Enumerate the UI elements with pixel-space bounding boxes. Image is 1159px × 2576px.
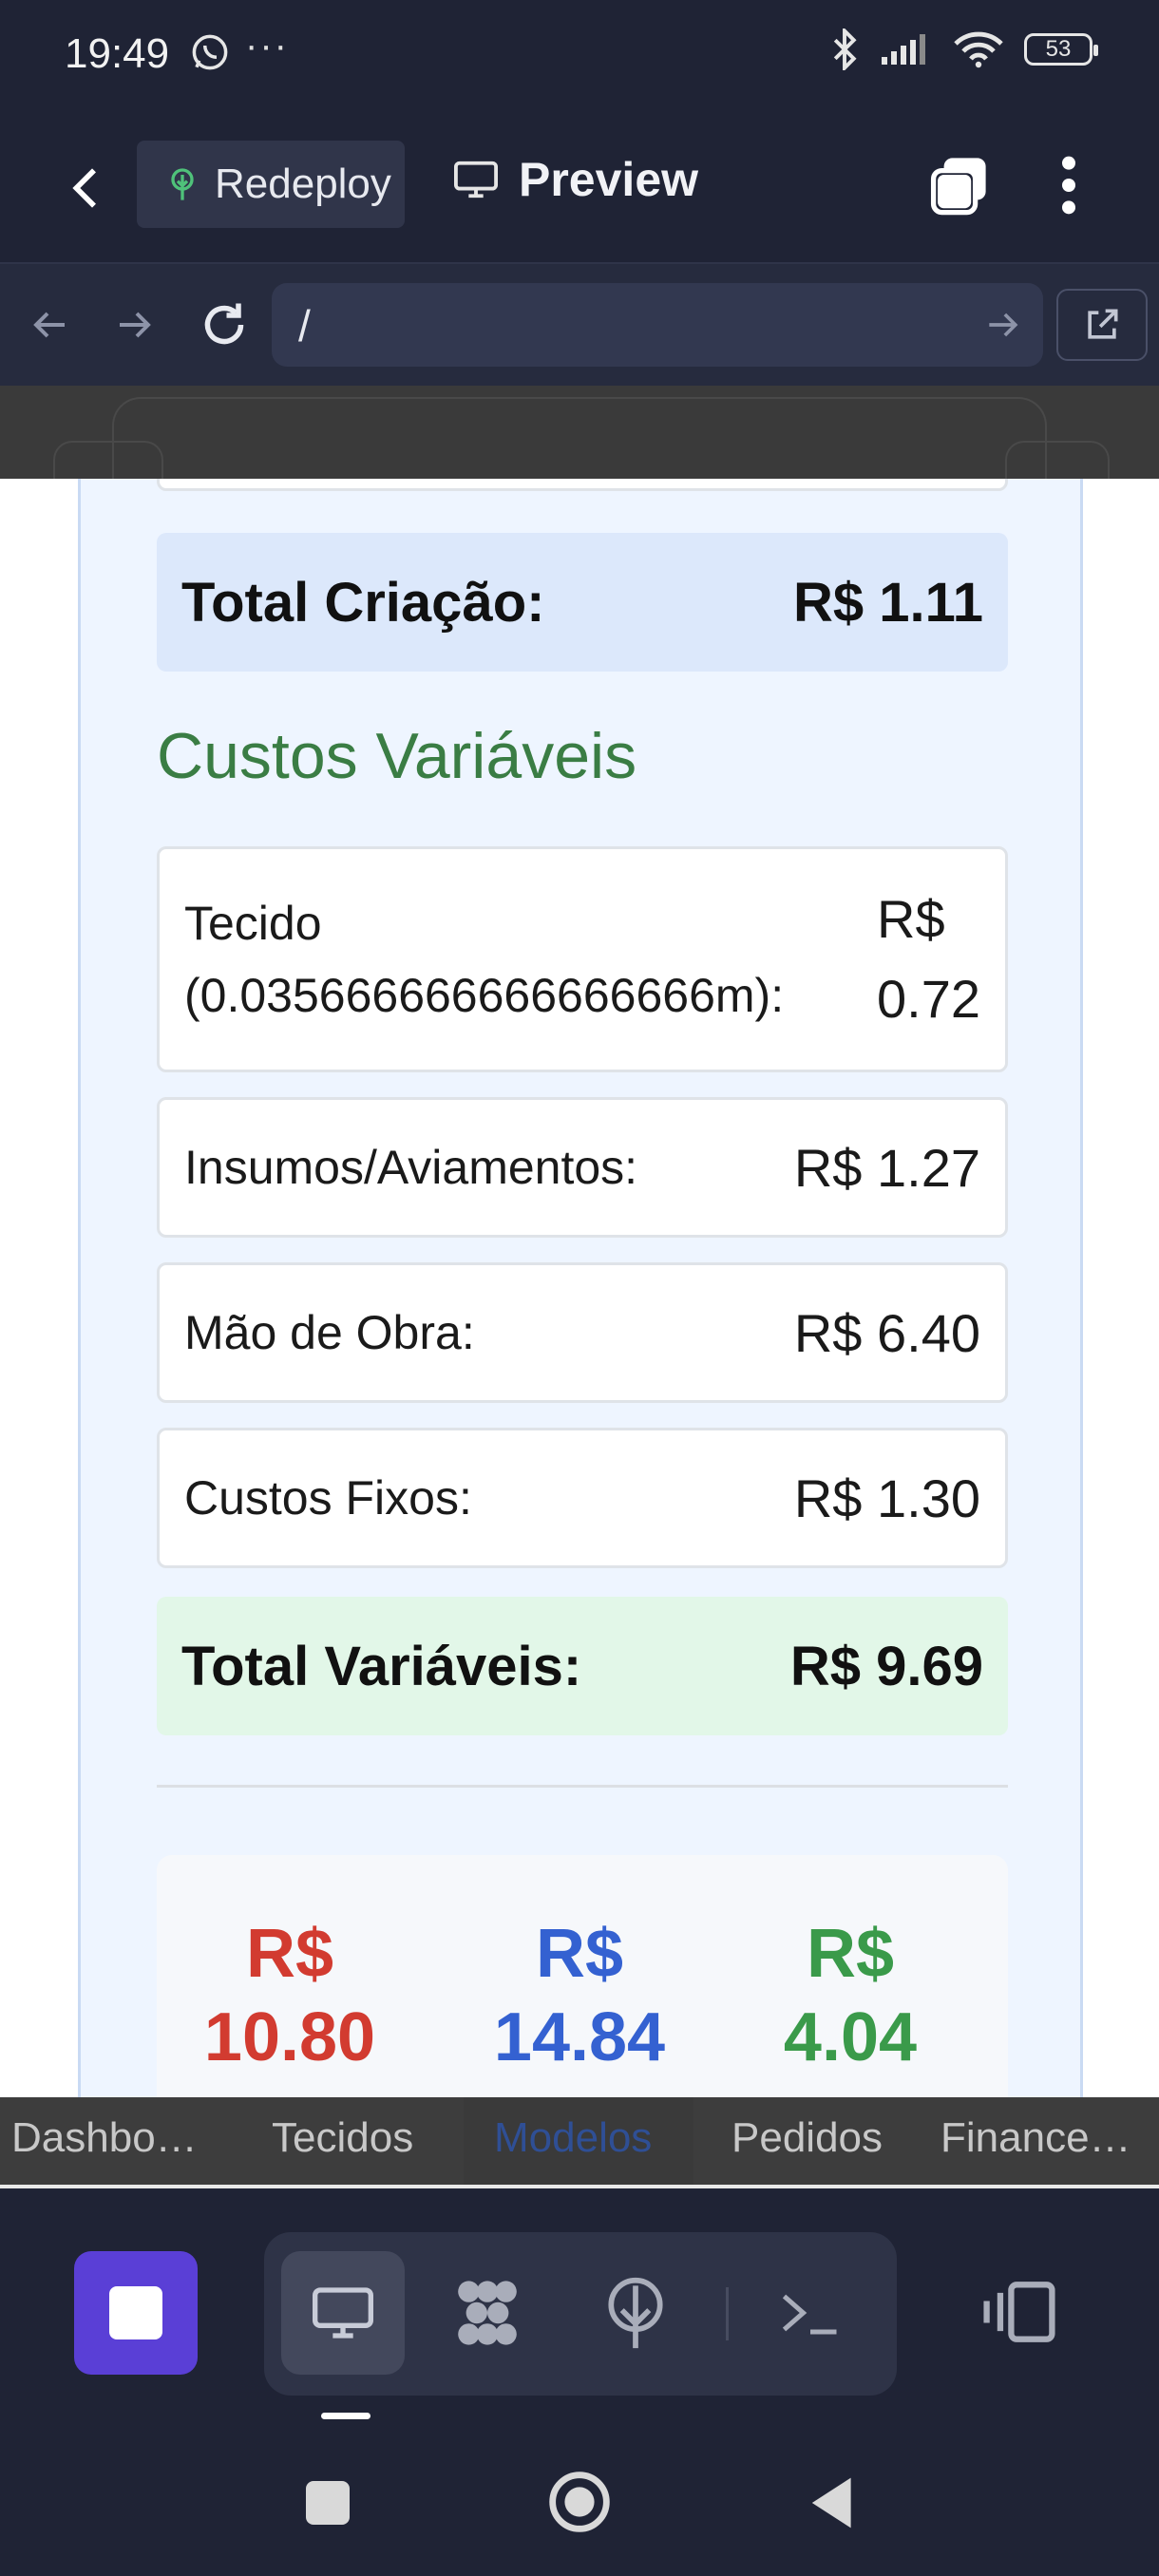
insumos-label: Insumos/Aviamentos: bbox=[184, 1141, 638, 1194]
tecido-label-line2: (0.035666666666666666m): bbox=[184, 969, 785, 1022]
status-icons: 53 bbox=[830, 28, 1098, 70]
toolbar-indicator bbox=[321, 2413, 370, 2419]
terminal-icon bbox=[782, 2294, 837, 2335]
bluetooth-icon bbox=[833, 28, 857, 70]
open-external-button[interactable] bbox=[1056, 289, 1148, 361]
summary-price-currency: R$ bbox=[535, 1916, 624, 1992]
preview-label: Preview bbox=[519, 153, 699, 206]
status-time: 19:49 bbox=[65, 30, 170, 77]
total-creation-label: Total Criação: bbox=[181, 571, 545, 634]
summary-price-amount: 14.84 bbox=[493, 1999, 666, 2075]
signal-icon bbox=[882, 34, 925, 65]
tecido-value-line1: R$ bbox=[877, 889, 945, 949]
web-viewport: Total Criação: R$ 1.11 Custos Variáveis … bbox=[0, 479, 1159, 2097]
redeploy-tree-icon bbox=[171, 168, 194, 200]
status-more: ··· bbox=[245, 25, 289, 66]
custos-fixos-value: R$ 1.30 bbox=[793, 1468, 980, 1528]
apps-tool-button[interactable] bbox=[426, 2251, 549, 2375]
price-summary: R$ 10.80 R$ 14.84 R$ 4.04 bbox=[157, 1855, 1008, 2097]
total-variable-label: Total Variáveis: bbox=[181, 1635, 582, 1697]
stop-button[interactable] bbox=[74, 2251, 198, 2375]
cost-row-custos-fixos: Custos Fixos: R$ 1.30 bbox=[157, 1428, 1008, 1568]
mao-de-obra-value: R$ 6.40 bbox=[793, 1302, 980, 1363]
redeploy-label: Redeploy bbox=[215, 161, 391, 207]
total-creation-row: Total Criação: R$ 1.11 bbox=[157, 533, 1008, 672]
mao-de-obra-label: Mão de Obra: bbox=[184, 1306, 475, 1359]
redeploy-button[interactable]: Redeploy bbox=[137, 141, 405, 228]
summary-profit-currency: R$ bbox=[806, 1916, 895, 1992]
wifi-icon bbox=[954, 31, 1003, 68]
recents-icon[interactable] bbox=[306, 2481, 350, 2525]
reload-icon[interactable] bbox=[196, 296, 253, 353]
tabs-icon[interactable] bbox=[927, 154, 990, 217]
home-icon[interactable] bbox=[547, 2470, 612, 2534]
preview-tab[interactable]: Preview bbox=[452, 152, 698, 207]
insumos-value: R$ 1.27 bbox=[793, 1137, 980, 1198]
back-arrow-icon[interactable] bbox=[61, 161, 114, 215]
summary-cost-amount: 10.80 bbox=[203, 1999, 376, 2075]
cost-row-mao-de-obra: Mão de Obra: R$ 6.40 bbox=[157, 1262, 1008, 1403]
frame-edge-left bbox=[53, 441, 163, 479]
summary-cost-currency: R$ bbox=[245, 1916, 334, 1992]
custos-fixos-label: Custos Fixos: bbox=[184, 1471, 472, 1525]
nav-back-icon[interactable] bbox=[27, 302, 72, 348]
system-back-icon[interactable] bbox=[808, 2475, 853, 2530]
terminal-tool-button[interactable] bbox=[749, 2251, 872, 2375]
split-view-icon[interactable] bbox=[978, 2278, 1060, 2346]
nav-forward-icon[interactable] bbox=[112, 302, 158, 348]
tab-tecidos[interactable]: Tecidos bbox=[272, 2114, 413, 2162]
summary-cost: R$ 10.80 bbox=[195, 1912, 385, 2079]
battery-level: 53 bbox=[1045, 36, 1072, 62]
desktop-icon bbox=[313, 2287, 373, 2339]
whatsapp-icon bbox=[192, 34, 228, 70]
cost-row-insumos: Insumos/Aviamentos: R$ 1.27 bbox=[157, 1097, 1008, 1238]
tab-financeiro[interactable]: Finance… bbox=[940, 2114, 1131, 2162]
frame-edge bbox=[112, 397, 1047, 479]
apps-icon bbox=[458, 2281, 517, 2345]
monitor-icon bbox=[454, 161, 498, 199]
tecido-value-line2: 0.72 bbox=[877, 969, 980, 1029]
status-bar: 19:49 ··· 53 bbox=[0, 0, 1159, 114]
browser-nav-bar: / bbox=[0, 264, 1159, 386]
system-navigation bbox=[0, 2424, 1159, 2576]
summary-price: R$ 14.84 bbox=[480, 1912, 679, 2079]
preview-frame-strip bbox=[0, 386, 1159, 479]
section-divider bbox=[157, 1785, 1008, 1788]
variable-costs-title: Custos Variáveis bbox=[157, 720, 637, 792]
total-variable-value: R$ 9.69 bbox=[789, 1635, 983, 1697]
go-arrow-icon[interactable] bbox=[982, 304, 1024, 346]
more-menu-icon[interactable] bbox=[1045, 152, 1092, 218]
tool-separator bbox=[726, 2287, 729, 2340]
cost-card: Total Criação: R$ 1.11 Custos Variáveis … bbox=[78, 479, 1083, 2097]
cost-row-tecido: Tecido (0.035666666666666666m): R$ 0.72 bbox=[157, 846, 1008, 1072]
url-input[interactable]: / bbox=[298, 300, 311, 351]
deploy-tool-button[interactable] bbox=[574, 2251, 697, 2375]
external-link-icon bbox=[1088, 309, 1118, 339]
total-variable-row: Total Variáveis: R$ 9.69 bbox=[157, 1597, 1008, 1735]
url-bar[interactable]: / bbox=[272, 283, 1043, 367]
tool-group bbox=[264, 2232, 897, 2396]
previous-row bbox=[157, 479, 1008, 491]
web-bottom-tabs: Dashbo… Tecidos Modelos Pedidos Finance… bbox=[0, 2097, 1159, 2185]
frame-edge-right bbox=[1005, 441, 1110, 479]
tab-dashboard[interactable]: Dashbo… bbox=[11, 2114, 198, 2162]
app-bar: Redeploy Preview bbox=[0, 114, 1159, 264]
summary-profit: R$ 4.04 bbox=[765, 1912, 936, 2079]
total-creation-value: R$ 1.11 bbox=[793, 571, 983, 634]
bottom-toolbar bbox=[0, 2188, 1159, 2416]
desktop-tool-button[interactable] bbox=[281, 2251, 405, 2375]
tab-modelos[interactable]: Modelos bbox=[494, 2114, 652, 2162]
battery-icon: 53 bbox=[1024, 33, 1098, 66]
summary-profit-amount: 4.04 bbox=[783, 1999, 918, 2075]
stop-icon bbox=[109, 2286, 162, 2339]
deploy-icon bbox=[608, 2277, 663, 2349]
tecido-label-line1: Tecido bbox=[184, 897, 322, 950]
tab-pedidos[interactable]: Pedidos bbox=[732, 2114, 883, 2162]
